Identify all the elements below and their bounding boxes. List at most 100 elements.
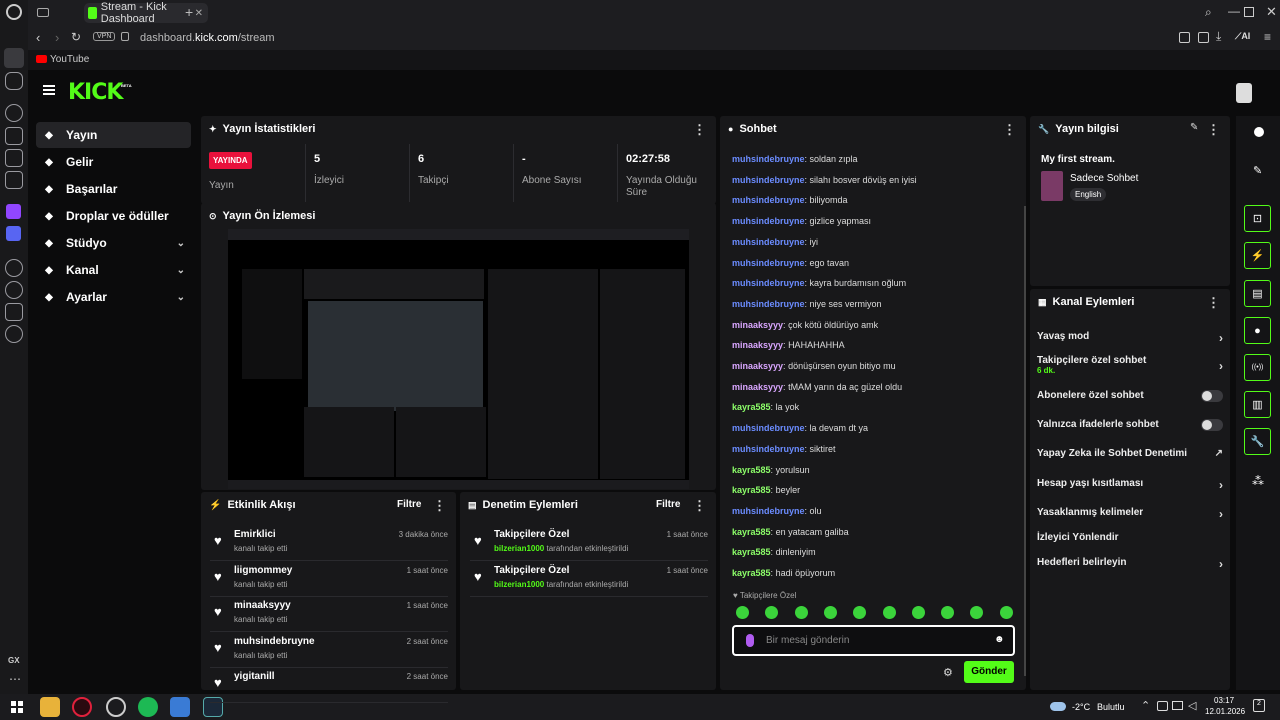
nav-item-1[interactable]: ◆ Gelir bbox=[36, 149, 191, 175]
extensions-icon[interactable] bbox=[5, 303, 23, 321]
event-item[interactable]: ♥ Emirklici kanalı takip etti 3 dakika önce bbox=[210, 525, 448, 561]
channel-actions-menu-icon[interactable]: ⋮ bbox=[1207, 295, 1220, 311]
kick-logo[interactable]: KICK bbox=[68, 80, 123, 105]
chat-username[interactable]: muhsindebruyne bbox=[732, 299, 805, 309]
chat-username[interactable]: minaaksyyy bbox=[732, 340, 783, 350]
chat-username[interactable]: muhsindebruyne bbox=[732, 195, 805, 205]
chevron-right-icon[interactable]: › bbox=[1219, 359, 1223, 373]
hamburger-icon[interactable] bbox=[43, 85, 55, 95]
chat-input[interactable]: Bir mesaj gönderin ☻ bbox=[732, 625, 1015, 656]
history-icon[interactable] bbox=[5, 281, 23, 299]
player-icon[interactable] bbox=[5, 259, 23, 277]
edit-icon[interactable]: ✎ bbox=[1190, 122, 1198, 133]
chat-message[interactable]: minaaksyyy: dönüşürsen oyun bitiyo mu bbox=[732, 361, 896, 371]
chat-message[interactable]: minaaksyyy: tMAM yarın da aç güzel oldu bbox=[732, 382, 902, 392]
chat-message[interactable]: kayra585: beyler bbox=[732, 485, 800, 495]
event-item[interactable]: ♥ minaaksyyy kanalı takip etti 1 saat önce bbox=[210, 596, 448, 632]
network-icon[interactable] bbox=[1157, 701, 1168, 711]
monitor-icon[interactable] bbox=[1172, 701, 1183, 710]
chat-message[interactable]: muhsindebruyne: la devam dt ya bbox=[732, 423, 868, 433]
new-tab-icon[interactable]: + bbox=[185, 4, 193, 20]
maximize-icon[interactable] bbox=[1244, 7, 1254, 17]
chat-username[interactable]: muhsindebruyne bbox=[732, 278, 805, 288]
chat-message[interactable]: minaaksyyy: çok kötü öldürüyo amk bbox=[732, 320, 878, 330]
url-text[interactable]: dashboard.kick.com/stream bbox=[140, 32, 275, 44]
opera-gx-icon[interactable] bbox=[72, 697, 92, 717]
chat-message[interactable]: kayra585: yorulsun bbox=[732, 465, 810, 475]
vpn-badge[interactable]: VPN bbox=[93, 32, 116, 41]
chat-message[interactable]: kayra585: hadi öpüyorum bbox=[732, 568, 835, 578]
forward-icon[interactable]: › bbox=[55, 30, 59, 45]
user-avatar[interactable] bbox=[1236, 83, 1252, 103]
chat-username[interactable]: muhsindebruyne bbox=[732, 175, 805, 185]
minimize-icon[interactable]: — bbox=[1228, 4, 1240, 18]
chat-message[interactable]: kayra585: dinleniyim bbox=[732, 547, 816, 557]
weather-temp[interactable]: -2°C bbox=[1072, 702, 1090, 712]
chat-username[interactable]: kayra585 bbox=[732, 568, 771, 578]
emote-icon[interactable] bbox=[882, 606, 896, 619]
chevron-right-icon[interactable]: › bbox=[1219, 507, 1223, 521]
tab-list-icon[interactable] bbox=[37, 8, 49, 17]
chat-message[interactable]: muhsindebruyne: kayra burdamısın oğlum bbox=[732, 278, 906, 288]
chat-message[interactable]: kayra585: la yok bbox=[732, 402, 799, 412]
channel-action-6[interactable]: Yasaklanmış kelimeler › bbox=[1037, 507, 1227, 521]
emote-icon[interactable] bbox=[853, 606, 867, 619]
emote-icon[interactable] bbox=[999, 606, 1013, 619]
chat-username[interactable]: minaaksyyy bbox=[732, 382, 783, 392]
nav-item-6[interactable]: ◆ Ayarlar ⌄ bbox=[36, 284, 191, 310]
weather-text[interactable]: Bulutlu bbox=[1097, 702, 1125, 712]
chat-menu-icon[interactable]: ⋮ bbox=[1003, 122, 1016, 138]
chat-message[interactable]: muhsindebruyne: ego tavan bbox=[732, 258, 849, 268]
file-explorer-icon[interactable] bbox=[40, 697, 60, 717]
chat-message[interactable]: muhsindebruyne: siktiret bbox=[732, 444, 836, 454]
send-button[interactable]: Gönder bbox=[964, 661, 1014, 683]
nav-item-4[interactable]: ◆ Stüdyo ⌄ bbox=[36, 230, 191, 256]
bookmark-youtube[interactable]: YouTube bbox=[50, 54, 89, 65]
tools-icon[interactable]: 🔧 bbox=[1244, 428, 1271, 455]
obs-icon[interactable] bbox=[106, 697, 126, 717]
stream-preview-image[interactable] bbox=[228, 229, 689, 489]
mic-icon[interactable] bbox=[746, 634, 754, 647]
gamepad-icon[interactable] bbox=[5, 72, 23, 90]
speed-dial-icon[interactable] bbox=[5, 104, 23, 122]
notification-icon[interactable]: 2 bbox=[1253, 699, 1265, 712]
chevron-down-icon[interactable]: ⌄ bbox=[177, 265, 185, 276]
chat-message[interactable]: muhsindebruyne: biliyomda bbox=[732, 195, 848, 205]
event-item[interactable]: ♥ liigmommey kanalı takip etti 1 saat önce bbox=[210, 561, 448, 597]
moderation-item[interactable]: ♥ Takipçilere Özel bilzerian1000 tarafında… bbox=[470, 561, 708, 597]
channel-action-1[interactable]: Takipçilere özel sohbet 6 dk. › bbox=[1037, 355, 1227, 375]
more-icon[interactable]: ⋯ bbox=[9, 672, 21, 686]
emote-icon[interactable] bbox=[941, 606, 955, 619]
close-tab-icon[interactable]: ✕ bbox=[195, 8, 203, 19]
chat-username[interactable]: muhsindebruyne bbox=[732, 216, 805, 226]
chevron-right-icon[interactable]: › bbox=[1219, 557, 1223, 571]
clock-time[interactable]: 03:17 bbox=[1214, 696, 1234, 705]
chat-message[interactable]: muhsindebruyne: niye ses vermiyon bbox=[732, 299, 882, 309]
timer-icon[interactable]: ⊡ bbox=[1244, 205, 1271, 232]
nav-item-2[interactable]: ◆ Başarılar bbox=[36, 176, 191, 202]
chat-username[interactable]: muhsindebruyne bbox=[732, 258, 805, 268]
opera-logo-icon[interactable] bbox=[6, 4, 22, 20]
moderation-filter-button[interactable]: Filtre bbox=[656, 499, 680, 510]
chat-message[interactable]: kayra585: en yatacam galiba bbox=[732, 527, 849, 537]
music-icon[interactable] bbox=[5, 171, 23, 189]
home-icon[interactable] bbox=[4, 48, 24, 68]
emote-icon[interactable] bbox=[794, 606, 808, 619]
moderation-item[interactable]: ♥ Takipçilere Özel bilzerian1000 tarafında… bbox=[470, 525, 708, 561]
external-link-icon[interactable]: ↗ bbox=[1215, 448, 1223, 459]
emote-icon[interactable] bbox=[911, 606, 925, 619]
chat-username[interactable]: muhsindebruyne bbox=[732, 444, 805, 454]
chat-username[interactable]: muhsindebruyne bbox=[732, 506, 805, 516]
reload-icon[interactable]: ↻ bbox=[71, 30, 81, 44]
emote-icon[interactable] bbox=[765, 606, 779, 619]
bag-icon[interactable] bbox=[5, 127, 23, 145]
channel-action-2[interactable]: Abonelere özel sohbet bbox=[1037, 390, 1227, 404]
emote-icon[interactable] bbox=[970, 606, 984, 619]
tray-chevron-icon[interactable]: ⌃ bbox=[1141, 699, 1150, 712]
bolt-icon[interactable]: ⚡ bbox=[1244, 242, 1271, 269]
chat-settings-icon[interactable]: ⚙ bbox=[943, 666, 953, 679]
chat-username[interactable]: kayra585 bbox=[732, 547, 771, 557]
emoji-icon[interactable]: ☻ bbox=[994, 634, 1005, 645]
chat-message[interactable]: muhsindebruyne: silahı bosver dövüş en i… bbox=[732, 175, 917, 185]
search-icon[interactable]: ⌕ bbox=[1205, 5, 1212, 20]
